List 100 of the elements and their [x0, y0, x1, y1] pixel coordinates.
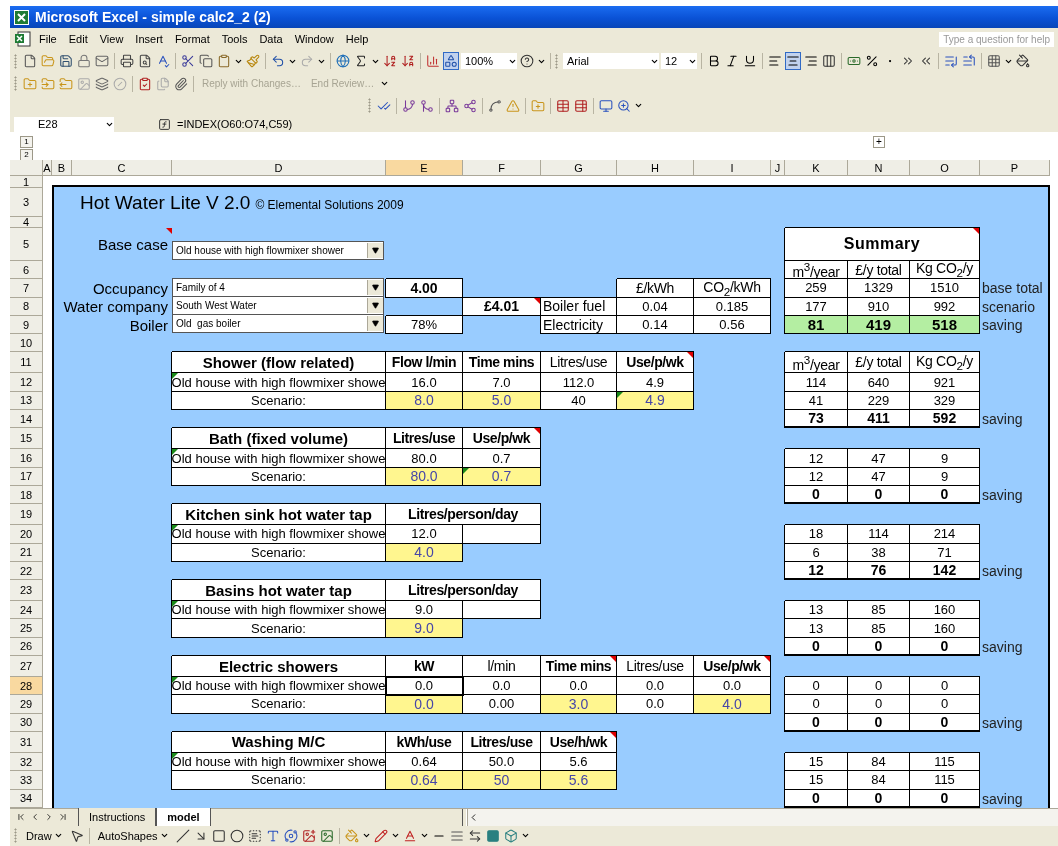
zoom-dropdown[interactable]: 100% [461, 53, 517, 69]
table-cell: 0.00 [463, 695, 541, 714]
dropdown[interactable]: Old gas boiler [172, 314, 384, 334]
row-header[interactable]: 23 [10, 580, 43, 602]
total-cell: 0 [785, 789, 848, 808]
row-header[interactable]: 31 [10, 731, 43, 753]
table-cell: 112.0 [541, 373, 617, 392]
font-dropdown[interactable]: Arial [563, 53, 659, 69]
table-cell: 6 [785, 543, 848, 562]
column-heading: Use/h/wk [541, 731, 617, 753]
column-header[interactable]: P [980, 160, 1050, 176]
input-cell[interactable]: 0.7 [463, 467, 541, 486]
menu-item[interactable]: Data [254, 32, 288, 46]
column-heading: Use/p/wk [694, 656, 771, 678]
table-cell: 9.0 [386, 601, 463, 620]
input-cell[interactable]: 9.0 [386, 619, 463, 638]
table-cell: Scenario: [172, 467, 386, 486]
menu-item[interactable]: Insert [130, 32, 168, 46]
column-header[interactable]: E [386, 160, 463, 176]
outline-level-button[interactable]: 1 [20, 136, 33, 148]
row-header[interactable]: 12 [10, 373, 43, 392]
row-note: base total [981, 279, 1044, 298]
column-header[interactable]: F [463, 160, 541, 176]
input-cell[interactable]: 5.6 [541, 771, 617, 790]
row-header[interactable]: 28 [10, 677, 43, 696]
input-cell[interactable]: 0.64 [386, 771, 463, 790]
total-cell: 0 [848, 485, 910, 505]
row-header[interactable]: 33 [10, 771, 43, 790]
column-header[interactable]: J [771, 160, 785, 176]
table-heading: Kitchen sink hot water tap [172, 504, 386, 526]
column-header[interactable]: K [785, 160, 848, 176]
row-header[interactable]: 29 [10, 695, 43, 714]
table-cell: 115 [910, 771, 980, 790]
row-note: saving [981, 316, 1024, 335]
row-header[interactable]: 1 [10, 176, 43, 188]
draw-menu[interactable]: Draw [22, 829, 67, 842]
outline-level-button[interactable]: 2 [20, 149, 33, 161]
input-cell[interactable]: 4.9 [617, 391, 694, 411]
row-header[interactable]: 5 [10, 228, 43, 261]
input-cell[interactable]: 3.0 [541, 695, 617, 714]
column-heading: Kg CO$_{2}$/y [910, 261, 980, 280]
column-header[interactable]: D [172, 160, 386, 176]
menu-item[interactable]: Tools [216, 32, 253, 46]
row-header[interactable]: 11 [10, 352, 43, 374]
column-header[interactable]: C [72, 160, 172, 176]
row-header[interactable]: 19 [10, 504, 43, 526]
input-cell[interactable]: 80.0 [386, 467, 463, 486]
input-cell[interactable]: 50 [463, 771, 541, 790]
menu-item[interactable]: View [94, 32, 129, 46]
column-heading: Litres/use [463, 731, 541, 753]
column-header[interactable]: H [617, 160, 694, 176]
row-header[interactable]: 20 [10, 525, 43, 544]
table-cell: 992 [910, 297, 980, 316]
input-cell[interactable]: 8.0 [386, 391, 463, 411]
input-cell[interactable]: 4.0 [386, 543, 463, 562]
column-header[interactable]: O [910, 160, 980, 176]
column-header[interactable]: I [694, 160, 771, 176]
table-cell: 40 [541, 391, 617, 411]
row-header[interactable]: 4 [10, 217, 43, 228]
font-size-dropdown[interactable]: 12 [661, 53, 697, 69]
table-cell: 1329 [848, 279, 910, 298]
name-box[interactable]: E28 [14, 116, 114, 132]
menu-item[interactable]: Window [289, 32, 339, 46]
autoshapes-menu[interactable]: AutoShapes [93, 829, 173, 842]
row-note: scenario [981, 297, 1036, 316]
row-header[interactable]: 27 [10, 656, 43, 678]
menu-item[interactable]: Help [340, 32, 374, 46]
column-heading: m$^{3}$/year [785, 261, 848, 280]
row-header[interactable]: 14 [10, 410, 43, 429]
result-cell: 4.00 [386, 279, 463, 298]
table-cell: Old house with high flowmixer showe [172, 677, 386, 696]
row-header[interactable]: 25 [10, 619, 43, 638]
row-header[interactable]: 6 [10, 261, 43, 280]
row-header[interactable]: 7 [10, 279, 43, 298]
input-cell[interactable]: 4.0 [694, 695, 771, 714]
expand-button[interactable]: + [873, 136, 885, 148]
menu-item[interactable]: Format [169, 32, 215, 46]
column-header[interactable]: B [52, 160, 72, 176]
total-cell: 0 [785, 485, 848, 505]
column-header[interactable]: N [848, 160, 910, 176]
total-cell: 411 [848, 410, 910, 429]
input-cell[interactable]: 5.0 [463, 391, 541, 411]
total-cell: 0 [848, 789, 910, 808]
table-cell: 0.0 [694, 677, 771, 696]
table-heading: Electric showers [172, 656, 386, 678]
table-cell: 85 [848, 619, 910, 638]
row-header[interactable]: 3 [10, 188, 43, 217]
column-header[interactable]: G [541, 160, 617, 176]
dropdown[interactable]: Old house with high flowmixer shower [172, 241, 384, 260]
table-cell: 160 [910, 619, 980, 638]
menu-item[interactable]: Edit [63, 32, 93, 46]
row-header[interactable]: 16 [10, 449, 43, 468]
formula-field[interactable]: =INDEX(O60:O74,C59) [177, 118, 293, 130]
row-header[interactable]: 10 [10, 334, 43, 353]
row-header[interactable]: 24 [10, 601, 43, 620]
menu-item[interactable]: File [34, 32, 62, 46]
row-header[interactable]: 15 [10, 428, 43, 450]
summary-heading: Summary [785, 228, 980, 261]
column-heading: l/min [463, 656, 541, 678]
total-cell: 0 [785, 637, 848, 657]
